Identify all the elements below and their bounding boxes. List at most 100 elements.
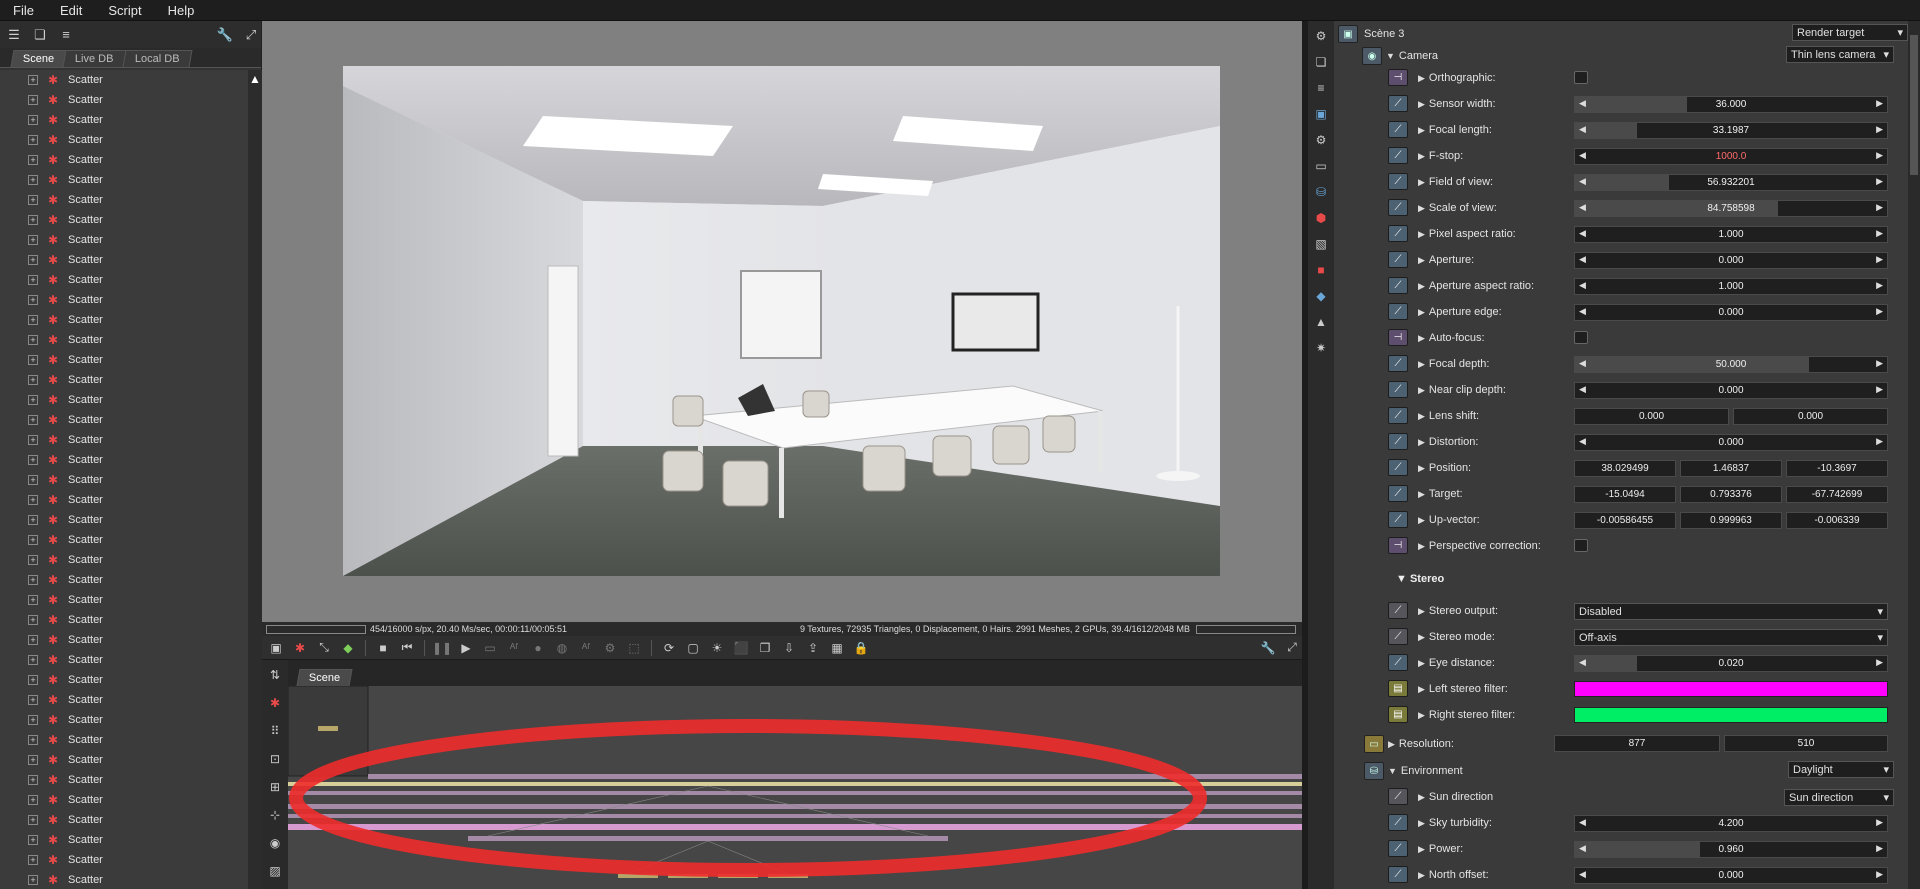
sensor-width-slider[interactable]: ◀ 36.000 ▶ — [1574, 96, 1888, 113]
scene-tree-item[interactable]: + ✱ Scatter — [0, 110, 248, 130]
camera-preset-icon[interactable]: ▣ — [1312, 103, 1330, 125]
stereo-mode-type-icon[interactable]: ⟋ — [1388, 628, 1408, 645]
viewport-fullscreen-icon[interactable]: ⤢ — [1282, 639, 1302, 657]
expand-icon[interactable]: + — [28, 375, 38, 385]
expand-icon[interactable]: + — [28, 535, 38, 545]
expand-icon[interactable]: + — [28, 575, 38, 585]
expand-triangle-icon[interactable]: ▶ — [1418, 684, 1425, 695]
expand-icon[interactable]: + — [28, 715, 38, 725]
scene-tree-item[interactable]: + ✱ Scatter — [0, 790, 248, 810]
cube-color-icon[interactable]: ◆ — [338, 639, 358, 657]
expand-triangle-icon[interactable]: ▶ — [1418, 515, 1425, 526]
scene-tree-item[interactable]: + ✱ Scatter — [0, 810, 248, 830]
camera-type-dropdown[interactable]: Thin lens camera ▾ — [1786, 46, 1894, 63]
menu-help[interactable]: Help — [155, 3, 208, 18]
target-z[interactable]: -67.742699 — [1786, 486, 1888, 503]
increment-arrow-icon[interactable]: ▶ — [1876, 150, 1883, 161]
expand-triangle-icon[interactable]: ▶ — [1418, 151, 1425, 162]
left-stereo-filter-color-swatch[interactable] — [1574, 681, 1888, 697]
expand-icon[interactable]: + — [28, 435, 38, 445]
expand-icon[interactable]: + — [28, 275, 38, 285]
expand-triangle-icon[interactable]: ▶ — [1418, 281, 1425, 292]
increment-arrow-icon[interactable]: ▶ — [1876, 358, 1883, 369]
decrement-arrow-icon[interactable]: ◀ — [1579, 124, 1586, 135]
expand-triangle-icon[interactable]: ▶ — [1418, 359, 1425, 370]
auto-focus-type-icon[interactable]: ⊣ — [1388, 329, 1408, 346]
scene-tree-item[interactable]: + ✱ Scatter — [0, 490, 248, 510]
expand-icon[interactable]: + — [28, 395, 38, 405]
expand-triangle-icon[interactable]: ▶ — [1418, 125, 1425, 136]
power-slider[interactable]: ◀ 0.960 ▶ — [1574, 841, 1888, 858]
decrement-arrow-icon[interactable]: ◀ — [1579, 843, 1586, 854]
decrement-arrow-icon[interactable]: ◀ — [1579, 384, 1586, 395]
increment-arrow-icon[interactable]: ▶ — [1876, 869, 1883, 880]
scene-tree-item[interactable]: + ✱ Scatter — [0, 250, 248, 270]
scene-tree-item[interactable]: + ✱ Scatter — [0, 650, 248, 670]
expand-triangle-icon[interactable]: ▶ — [1418, 792, 1425, 803]
eye-distance-type-icon[interactable]: ⟋ — [1388, 654, 1408, 671]
graph-link-icon[interactable]: ⊹ — [266, 804, 284, 826]
expand-icon[interactable]: + — [28, 315, 38, 325]
perspective-correction-type-icon[interactable]: ⊣ — [1388, 537, 1408, 554]
material-icon[interactable]: ■ — [1312, 259, 1330, 281]
stereo-output-dropdown[interactable]: Disabled ▾ — [1574, 603, 1888, 620]
scene-tree-item[interactable]: + ✱ Scatter — [0, 170, 248, 190]
environment-icon[interactable]: ⛁ — [1312, 181, 1330, 203]
geometry-icon[interactable]: ◆ — [1312, 285, 1330, 307]
sensor-width-type-icon[interactable]: ⟋ — [1388, 95, 1408, 112]
scene-tree-item[interactable]: + ✱ Scatter — [0, 870, 248, 889]
expand-icon[interactable]: + — [28, 475, 38, 485]
up-vector-z[interactable]: -0.006339 — [1786, 512, 1888, 529]
expand-triangle-icon[interactable]: ▶ — [1418, 385, 1425, 396]
increment-arrow-icon[interactable]: ▶ — [1876, 306, 1883, 317]
expand-triangle-icon[interactable]: ▶ — [1418, 73, 1425, 84]
expand-icon[interactable]: + — [28, 555, 38, 565]
expand-icon[interactable]: + — [28, 815, 38, 825]
export-icon[interactable]: ⇪ — [803, 639, 823, 657]
expand-icon[interactable]: + — [28, 215, 38, 225]
position-type-icon[interactable]: ⟋ — [1388, 459, 1408, 476]
environment-header[interactable]: ⛁ ▼ Environment — [1364, 760, 1463, 782]
render-viewport[interactable] — [262, 21, 1302, 622]
graph-grid-icon[interactable]: ⠿ — [266, 720, 284, 742]
focus-picker-icon[interactable]: ᴬᶠ — [576, 639, 596, 657]
menu-edit[interactable]: Edit — [47, 3, 95, 18]
decrement-arrow-icon[interactable]: ◀ — [1579, 150, 1586, 161]
expand-icon[interactable]: + — [28, 255, 38, 265]
scene-tree-item[interactable]: + ✱ Scatter — [0, 210, 248, 230]
scene-tree-item[interactable]: + ✱ Scatter — [0, 570, 248, 590]
increment-arrow-icon[interactable]: ▶ — [1876, 176, 1883, 187]
copy-icon[interactable]: ❐ — [755, 639, 775, 657]
expand-triangle-icon[interactable]: ▶ — [1418, 541, 1425, 552]
aperture-type-icon[interactable]: ⟋ — [1388, 251, 1408, 268]
expand-icon[interactable]: + — [28, 455, 38, 465]
expand-icon[interactable]: + — [28, 95, 38, 105]
resize-icon[interactable]: ⤡ — [314, 639, 334, 657]
right-stereo-filter-type-icon[interactable]: ▤ — [1388, 706, 1408, 723]
lens-shift-x[interactable]: 0.000 — [1574, 408, 1729, 425]
increment-arrow-icon[interactable]: ▶ — [1876, 436, 1883, 447]
render-layer-icon[interactable]: ▧ — [1312, 233, 1330, 255]
expand-triangle-icon[interactable]: ▶ — [1418, 255, 1425, 266]
expand-icon[interactable]: + — [28, 515, 38, 525]
scene-tree-item[interactable]: + ✱ Scatter — [0, 770, 248, 790]
menu-file[interactable]: File — [0, 3, 47, 18]
scene-tree-item[interactable]: + ✱ Scatter — [0, 750, 248, 770]
decrement-arrow-icon[interactable]: ◀ — [1579, 817, 1586, 828]
expand-icon[interactable]: + — [28, 135, 38, 145]
play-icon[interactable]: ▶ — [456, 639, 476, 657]
decrement-arrow-icon[interactable]: ◀ — [1579, 436, 1586, 447]
expand-triangle-icon[interactable]: ▶ — [1418, 710, 1425, 721]
expand-triangle-icon[interactable]: ▶ — [1418, 99, 1425, 110]
tree-view-icon[interactable]: ☰ — [4, 26, 24, 44]
expand-icon[interactable]: + — [28, 655, 38, 665]
expand-icon[interactable]: + — [28, 755, 38, 765]
decrement-arrow-icon[interactable]: ◀ — [1579, 176, 1586, 187]
expand-triangle-icon[interactable]: ▶ — [1418, 818, 1425, 829]
increment-arrow-icon[interactable]: ▶ — [1876, 124, 1883, 135]
af-icon[interactable]: ᴬᶠ — [504, 639, 524, 657]
object-picker-icon[interactable]: ◍ — [552, 639, 572, 657]
field-of-view-type-icon[interactable]: ⟋ — [1388, 173, 1408, 190]
distortion-type-icon[interactable]: ⟋ — [1388, 433, 1408, 450]
tab-local-db[interactable]: Local DB — [122, 50, 192, 67]
